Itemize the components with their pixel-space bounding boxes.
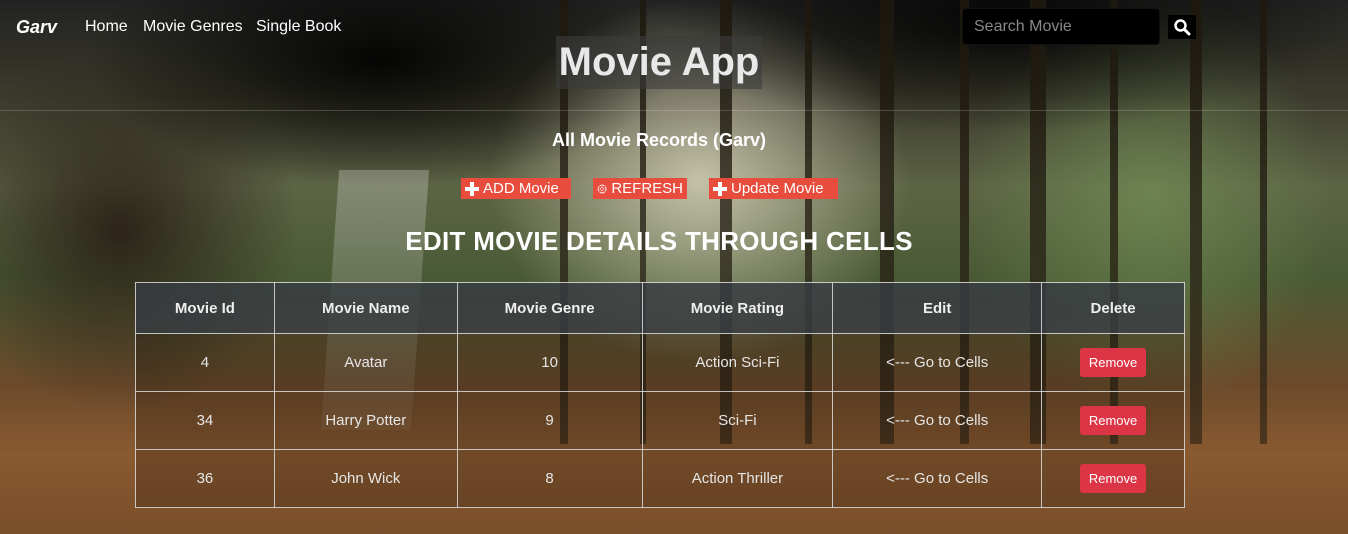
search-input[interactable] xyxy=(962,8,1160,45)
movies-table: Movie Id Movie Name Movie Genre Movie Ra… xyxy=(135,282,1185,508)
cell-edit-hint: <--- Go to Cells xyxy=(832,391,1043,450)
cell-movie-name[interactable]: John Wick xyxy=(273,449,458,508)
cell-movie-genre[interactable]: 10 xyxy=(456,333,643,392)
plus-icon xyxy=(713,181,727,196)
table-header-row: Movie Id Movie Name Movie Genre Movie Ra… xyxy=(135,282,1185,334)
header-delete: Delete xyxy=(1041,282,1185,334)
add-movie-button[interactable]: ADD Movie xyxy=(461,178,571,199)
nav-link-single-book[interactable]: Single Book xyxy=(256,18,341,36)
cell-movie-id[interactable]: 4 xyxy=(135,333,275,392)
cell-delete: Remove xyxy=(1041,391,1185,450)
header-movie-id: Movie Id xyxy=(135,282,275,334)
divider xyxy=(0,110,1348,111)
brand-logo[interactable]: Garv xyxy=(16,17,57,38)
cell-movie-name[interactable]: Avatar xyxy=(273,333,458,392)
header-edit: Edit xyxy=(832,282,1043,334)
table-row: 34 Harry Potter 9 Sci-Fi <--- Go to Cell… xyxy=(135,391,1185,450)
cell-movie-rating[interactable]: Action Sci-Fi xyxy=(641,333,834,392)
app-title: Movie App xyxy=(556,36,762,89)
remove-button[interactable]: Remove xyxy=(1079,464,1147,493)
table-row: 4 Avatar 10 Action Sci-Fi <--- Go to Cel… xyxy=(135,333,1185,392)
cell-delete: Remove xyxy=(1041,449,1185,508)
cell-movie-id[interactable]: 36 xyxy=(135,449,275,508)
search-button[interactable] xyxy=(1168,15,1196,39)
header-movie-genre: Movie Genre xyxy=(456,282,643,334)
remove-button[interactable]: Remove xyxy=(1079,348,1147,377)
update-movie-label: Update Movie xyxy=(731,180,824,197)
header-movie-rating: Movie Rating xyxy=(641,282,834,334)
cell-delete: Remove xyxy=(1041,333,1185,392)
plus-icon xyxy=(465,181,479,196)
refresh-icon xyxy=(597,183,607,194)
table-row: 36 John Wick 8 Action Thriller <--- Go t… xyxy=(135,449,1185,508)
refresh-button[interactable]: REFRESH xyxy=(593,178,687,199)
section-title: EDIT MOVIE DETAILS THROUGH CELLS xyxy=(405,226,913,256)
cell-movie-id[interactable]: 34 xyxy=(135,391,275,450)
refresh-label: REFRESH xyxy=(611,180,683,197)
cell-movie-genre[interactable]: 8 xyxy=(456,449,643,508)
cell-movie-genre[interactable]: 9 xyxy=(456,391,643,450)
cell-movie-rating[interactable]: Sci-Fi xyxy=(641,391,834,450)
search-icon xyxy=(1174,19,1191,36)
records-title: All Movie Records (Garv) xyxy=(551,130,767,150)
update-movie-button[interactable]: Update Movie xyxy=(709,178,838,199)
cell-edit-hint: <--- Go to Cells xyxy=(832,449,1043,508)
header-movie-name: Movie Name xyxy=(273,282,458,334)
add-movie-label: ADD Movie xyxy=(483,180,559,197)
cell-movie-name[interactable]: Harry Potter xyxy=(273,391,458,450)
cell-movie-rating[interactable]: Action Thriller xyxy=(641,449,834,508)
nav-link-home[interactable]: Home xyxy=(85,18,128,36)
nav-link-movie-genres[interactable]: Movie Genres xyxy=(143,18,243,36)
remove-button[interactable]: Remove xyxy=(1079,406,1147,435)
cell-edit-hint: <--- Go to Cells xyxy=(832,333,1043,392)
